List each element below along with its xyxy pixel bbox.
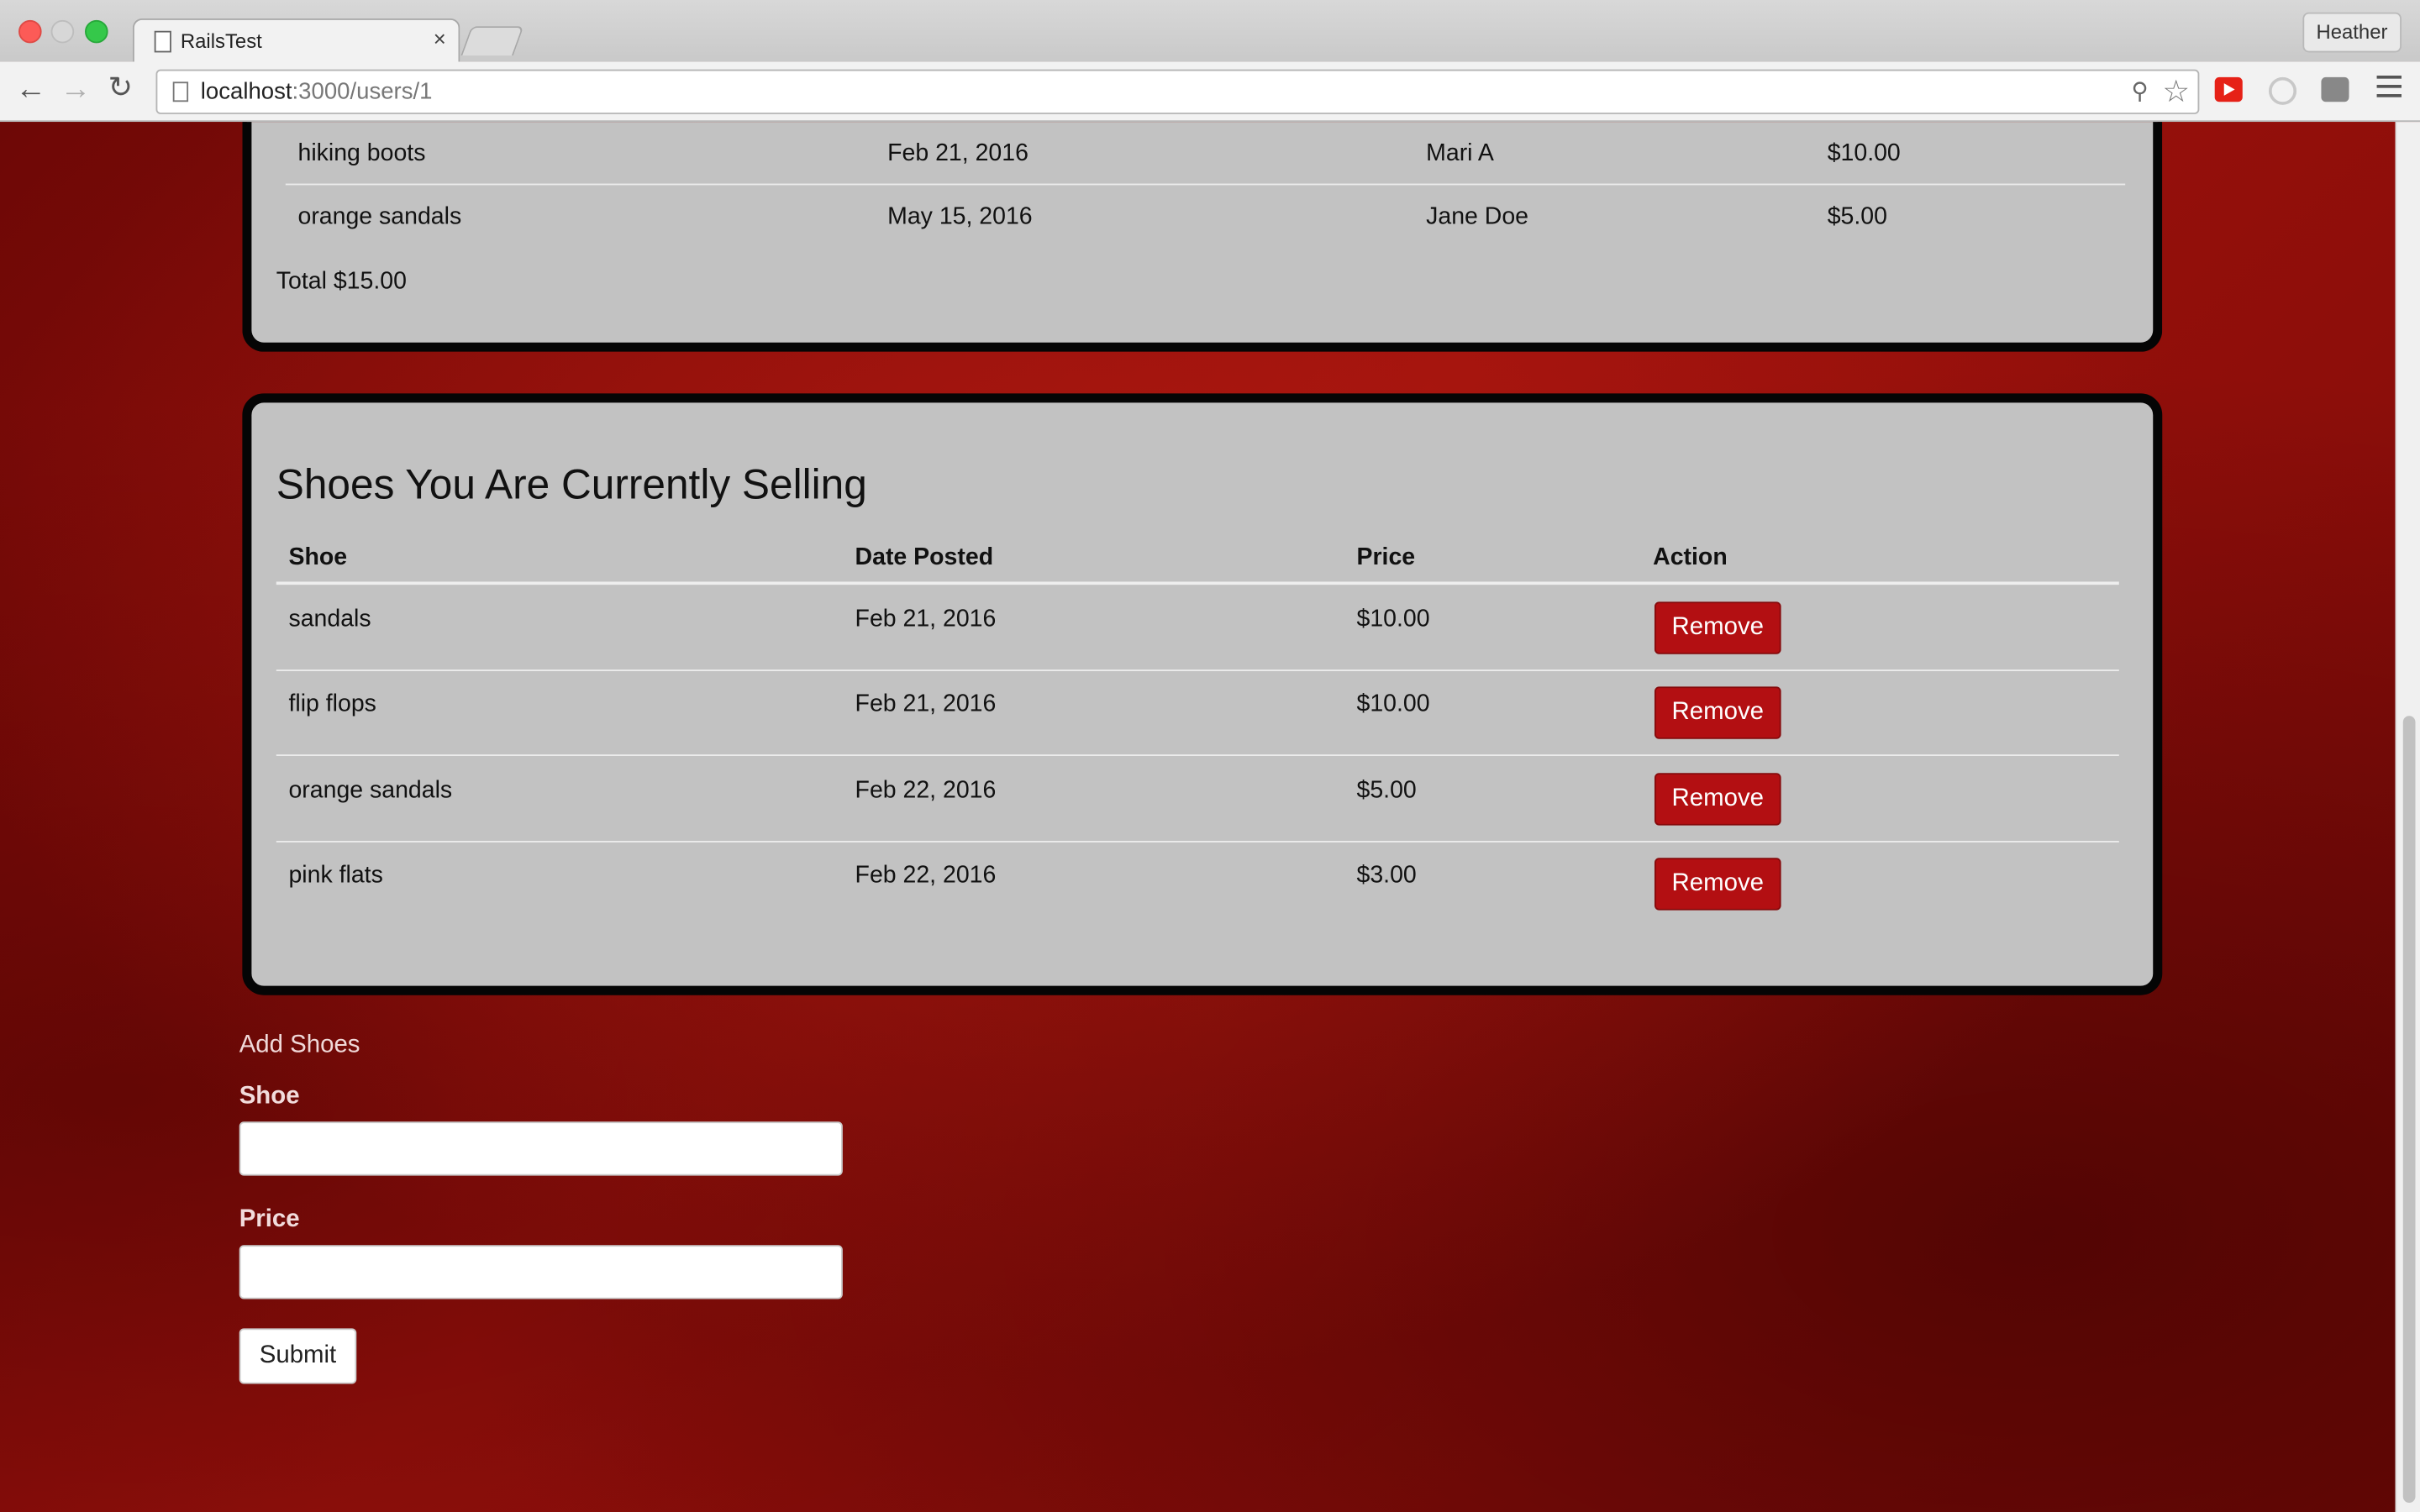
new-tab-button[interactable] <box>460 26 524 56</box>
shoe-cell: orange sandals <box>288 777 453 804</box>
shoe-input[interactable] <box>239 1121 843 1176</box>
price-cell: $10.00 <box>1356 606 1430 633</box>
shoe-cell: sandals <box>288 606 371 633</box>
table-row: hiking boots Feb 21, 2016 Mari A $10.00 <box>286 122 2125 183</box>
purchased-shoes-card: hiking boots Feb 21, 2016 Mari A $10.00 … <box>242 122 2163 352</box>
tab-close-icon[interactable]: × <box>434 26 446 50</box>
column-header-date: Date Posted <box>855 544 994 571</box>
tab-title: RailsTest <box>180 29 262 53</box>
youtube-extension-icon[interactable] <box>2214 76 2243 102</box>
extension-icon[interactable] <box>2321 76 2349 102</box>
remove-button[interactable]: Remove <box>1654 686 1781 739</box>
reload-icon[interactable]: ↻ <box>108 73 133 105</box>
url-path: :3000/users/1 <box>292 78 433 105</box>
table-row: pink flats Feb 22, 2016 $3.00 Remove <box>276 841 2119 926</box>
column-header-price: Price <box>1356 544 1416 571</box>
date-cell: May 15, 2016 <box>887 203 1033 230</box>
table-row: flip flops Feb 21, 2016 $10.00 Remove <box>276 669 2119 756</box>
scrollbar-thumb[interactable] <box>2402 716 2416 1503</box>
section-heading: Shoes You Are Currently Selling <box>276 461 867 508</box>
column-header-action: Action <box>1653 544 1728 571</box>
date-cell: Feb 22, 2016 <box>855 777 997 804</box>
page-viewport: hiking boots Feb 21, 2016 Mari A $10.00 … <box>0 122 2396 1512</box>
app-root: RailsTest × Heather ← → ↻ localhost:3000… <box>0 0 2420 1512</box>
maximize-window-button[interactable] <box>85 19 108 44</box>
forward-arrow-icon[interactable]: → <box>60 74 92 105</box>
price-field-label: Price <box>239 1206 300 1233</box>
document-icon <box>172 81 189 102</box>
page-scrollbar[interactable] <box>2395 122 2420 1512</box>
page-icon <box>154 30 171 53</box>
remove-button[interactable]: Remove <box>1654 601 1781 654</box>
shoe-cell: orange sandals <box>297 203 462 230</box>
price-cell: $5.00 <box>1356 777 1417 804</box>
browser-tab[interactable]: RailsTest × <box>132 18 460 64</box>
profile-button[interactable]: Heather <box>2302 12 2402 53</box>
shoe-cell: flip flops <box>288 690 376 718</box>
url-text[interactable]: localhost:3000/users/1 <box>201 79 433 105</box>
url-host: localhost <box>200 78 292 105</box>
price-cell: $10.00 <box>1827 140 1901 167</box>
remove-button[interactable]: Remove <box>1654 858 1781 911</box>
table-row: sandals Feb 21, 2016 $10.00 Remove <box>276 585 2119 671</box>
address-bar[interactable]: localhost:3000/users/1 ⚲ ☆ <box>155 69 2200 114</box>
price-cell: $5.00 <box>1827 203 1887 230</box>
column-header-shoe: Shoe <box>288 544 348 571</box>
sync-extension-icon[interactable] <box>2269 76 2297 105</box>
close-window-button[interactable] <box>18 19 42 44</box>
add-shoes-legend: Add Shoes <box>239 1032 360 1058</box>
date-cell: Feb 21, 2016 <box>855 606 997 633</box>
seller-cell: Jane Doe <box>1426 203 1529 230</box>
key-icon[interactable]: ⚲ <box>2132 77 2149 105</box>
date-cell: Feb 22, 2016 <box>855 862 997 889</box>
back-arrow-icon[interactable]: ← <box>15 74 46 105</box>
browser-toolbar: ← → ↻ localhost:3000/users/1 ⚲ ☆ <box>0 61 2420 123</box>
purchase-total: Total $15.00 <box>276 268 407 295</box>
hamburger-menu-icon[interactable] <box>2376 76 2402 103</box>
price-input[interactable] <box>239 1245 843 1299</box>
shoe-field-label: Shoe <box>239 1083 300 1110</box>
table-row: orange sandals May 15, 2016 Jane Doe $5.… <box>285 183 2126 247</box>
shoe-cell: pink flats <box>288 862 383 889</box>
window-titlebar: RailsTest × Heather <box>0 0 2420 64</box>
price-cell: $10.00 <box>1356 690 1430 718</box>
minimize-window-button[interactable] <box>50 19 75 44</box>
remove-button[interactable]: Remove <box>1654 773 1781 826</box>
shoe-cell: hiking boots <box>297 140 426 167</box>
price-cell: $3.00 <box>1356 862 1417 889</box>
seller-cell: Mari A <box>1426 140 1494 167</box>
date-cell: Feb 21, 2016 <box>887 140 1028 167</box>
submit-button[interactable]: Submit <box>239 1328 357 1384</box>
bookmark-star-icon[interactable]: ☆ <box>2162 72 2190 111</box>
date-cell: Feb 21, 2016 <box>855 690 997 718</box>
selling-shoes-card: Shoes You Are Currently Selling Shoe Dat… <box>242 393 2163 995</box>
table-row: orange sandals Feb 22, 2016 $5.00 Remove <box>276 756 2119 843</box>
